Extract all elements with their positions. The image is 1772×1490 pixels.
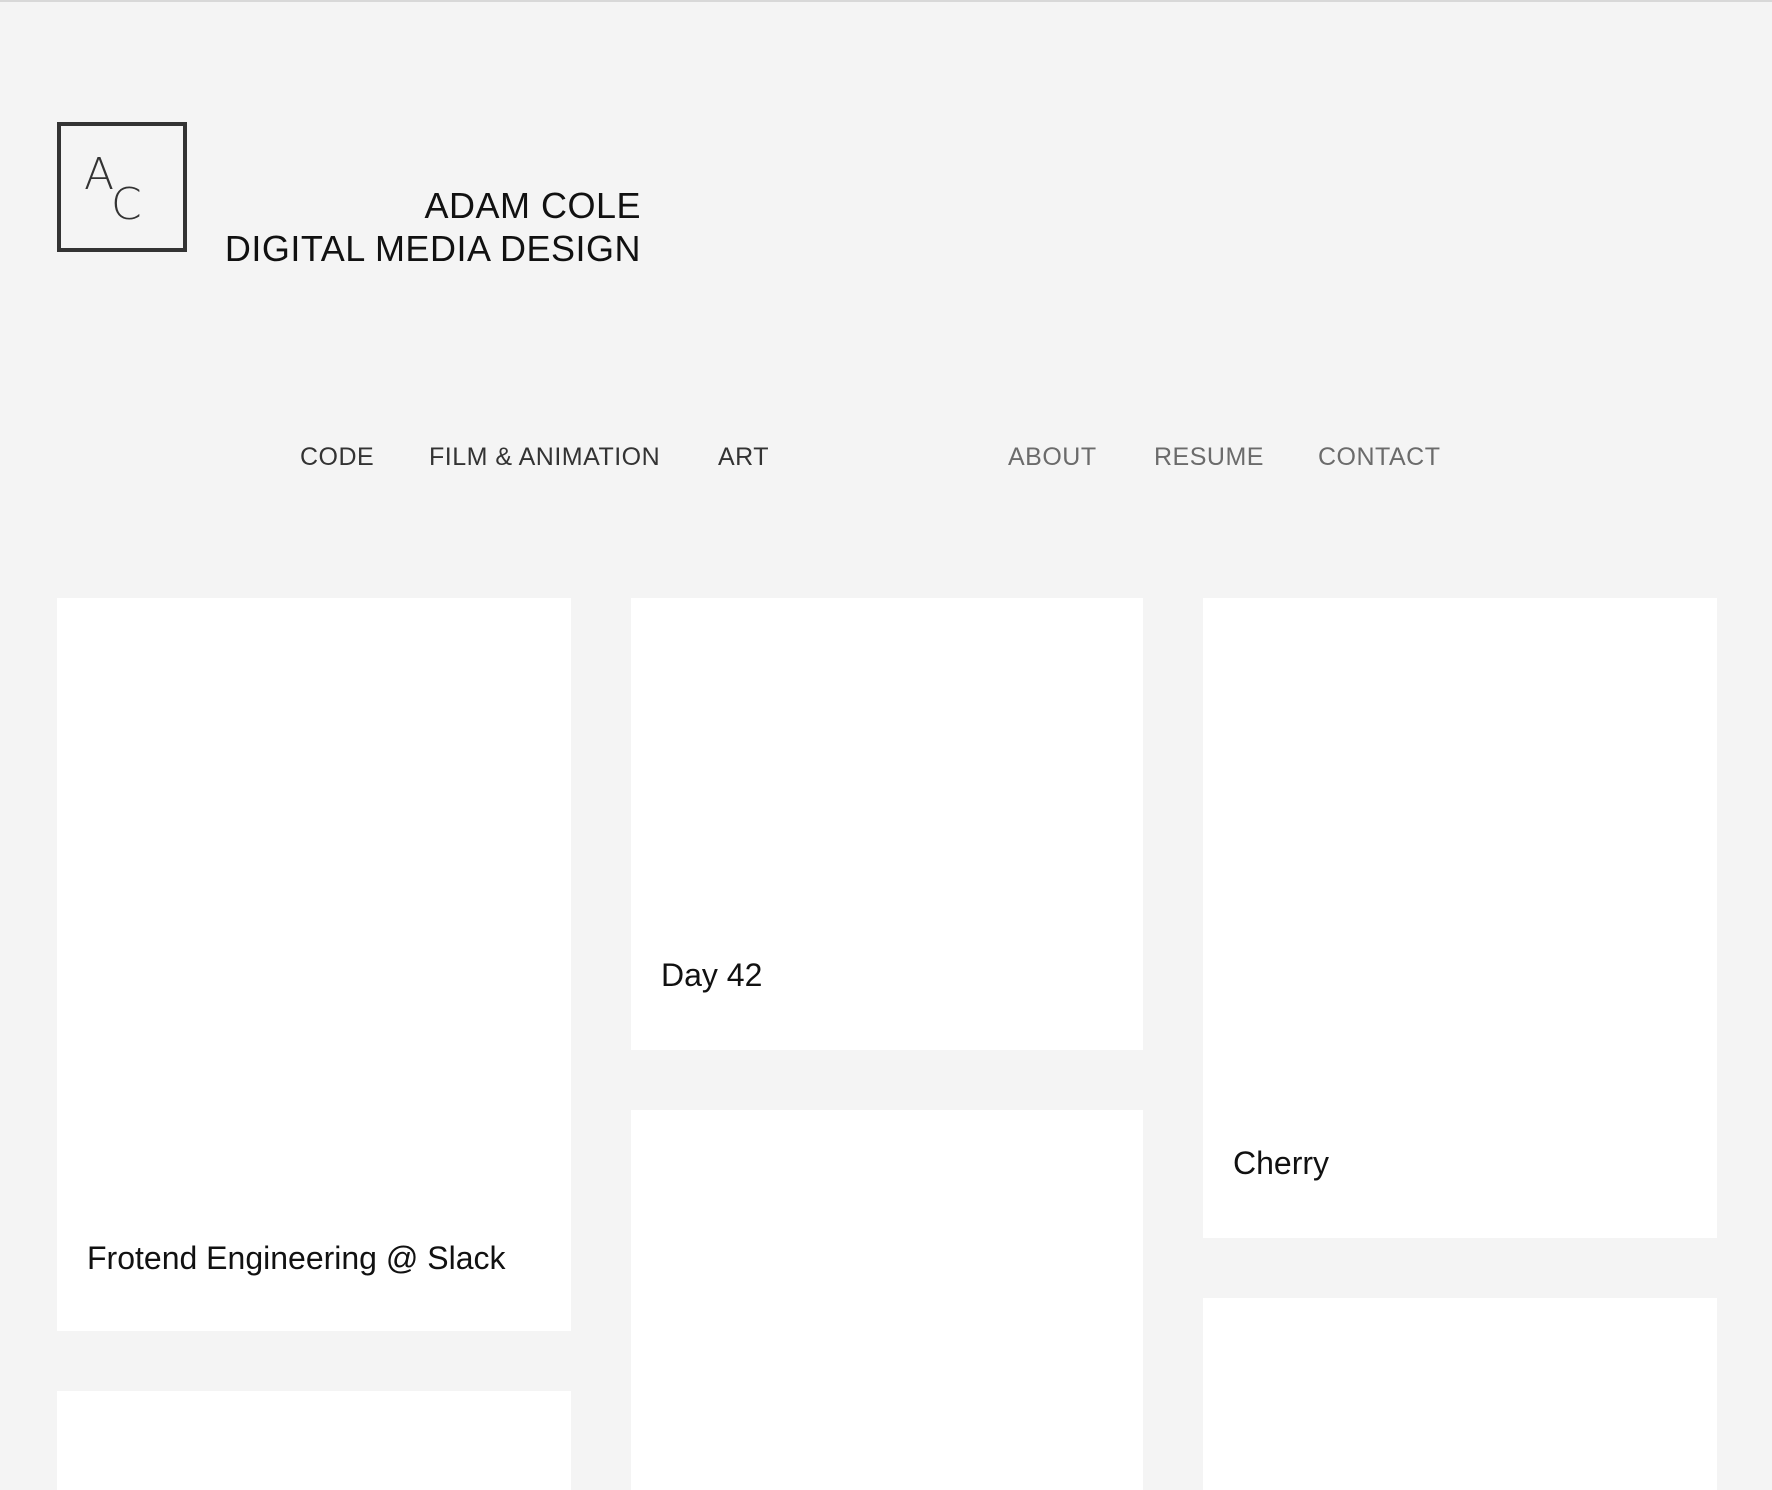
nav-link-resume[interactable]: RESUME <box>1154 440 1264 474</box>
nav-link-about[interactable]: ABOUT <box>1008 440 1097 474</box>
project-tile-cherry[interactable]: Cherry <box>1203 598 1717 1238</box>
project-tile[interactable] <box>631 1110 1143 1490</box>
project-tile-day-42[interactable]: Day 42 <box>631 598 1143 1050</box>
project-title: Cherry <box>1233 1145 1330 1181</box>
site-logo[interactable]: A C <box>57 122 187 252</box>
logo-letter-c: C <box>111 179 142 230</box>
site-title-tagline: DIGITAL MEDIA DESIGN <box>224 228 641 269</box>
nav-link-film-animation[interactable]: FILM & ANIMATION <box>429 440 660 474</box>
project-title: Day 42 <box>661 957 763 993</box>
project-title: Frotend Engineering @ Slack <box>87 1240 506 1276</box>
site-title-name: ADAM COLE <box>424 185 641 226</box>
logo-letter-a: A <box>84 149 115 200</box>
project-tile-slack[interactable]: Frotend Engineering @ Slack <box>57 598 571 1331</box>
nav-link-code[interactable]: CODE <box>300 440 374 474</box>
project-tile[interactable] <box>57 1391 571 1490</box>
nav-link-art[interactable]: ART <box>718 440 769 474</box>
project-tile[interactable] <box>1203 1298 1717 1490</box>
site-title[interactable]: ADAM COLE DIGITAL MEDIA DESIGN <box>200 184 641 270</box>
top-divider <box>0 0 1772 2</box>
nav-link-contact[interactable]: CONTACT <box>1318 440 1440 474</box>
